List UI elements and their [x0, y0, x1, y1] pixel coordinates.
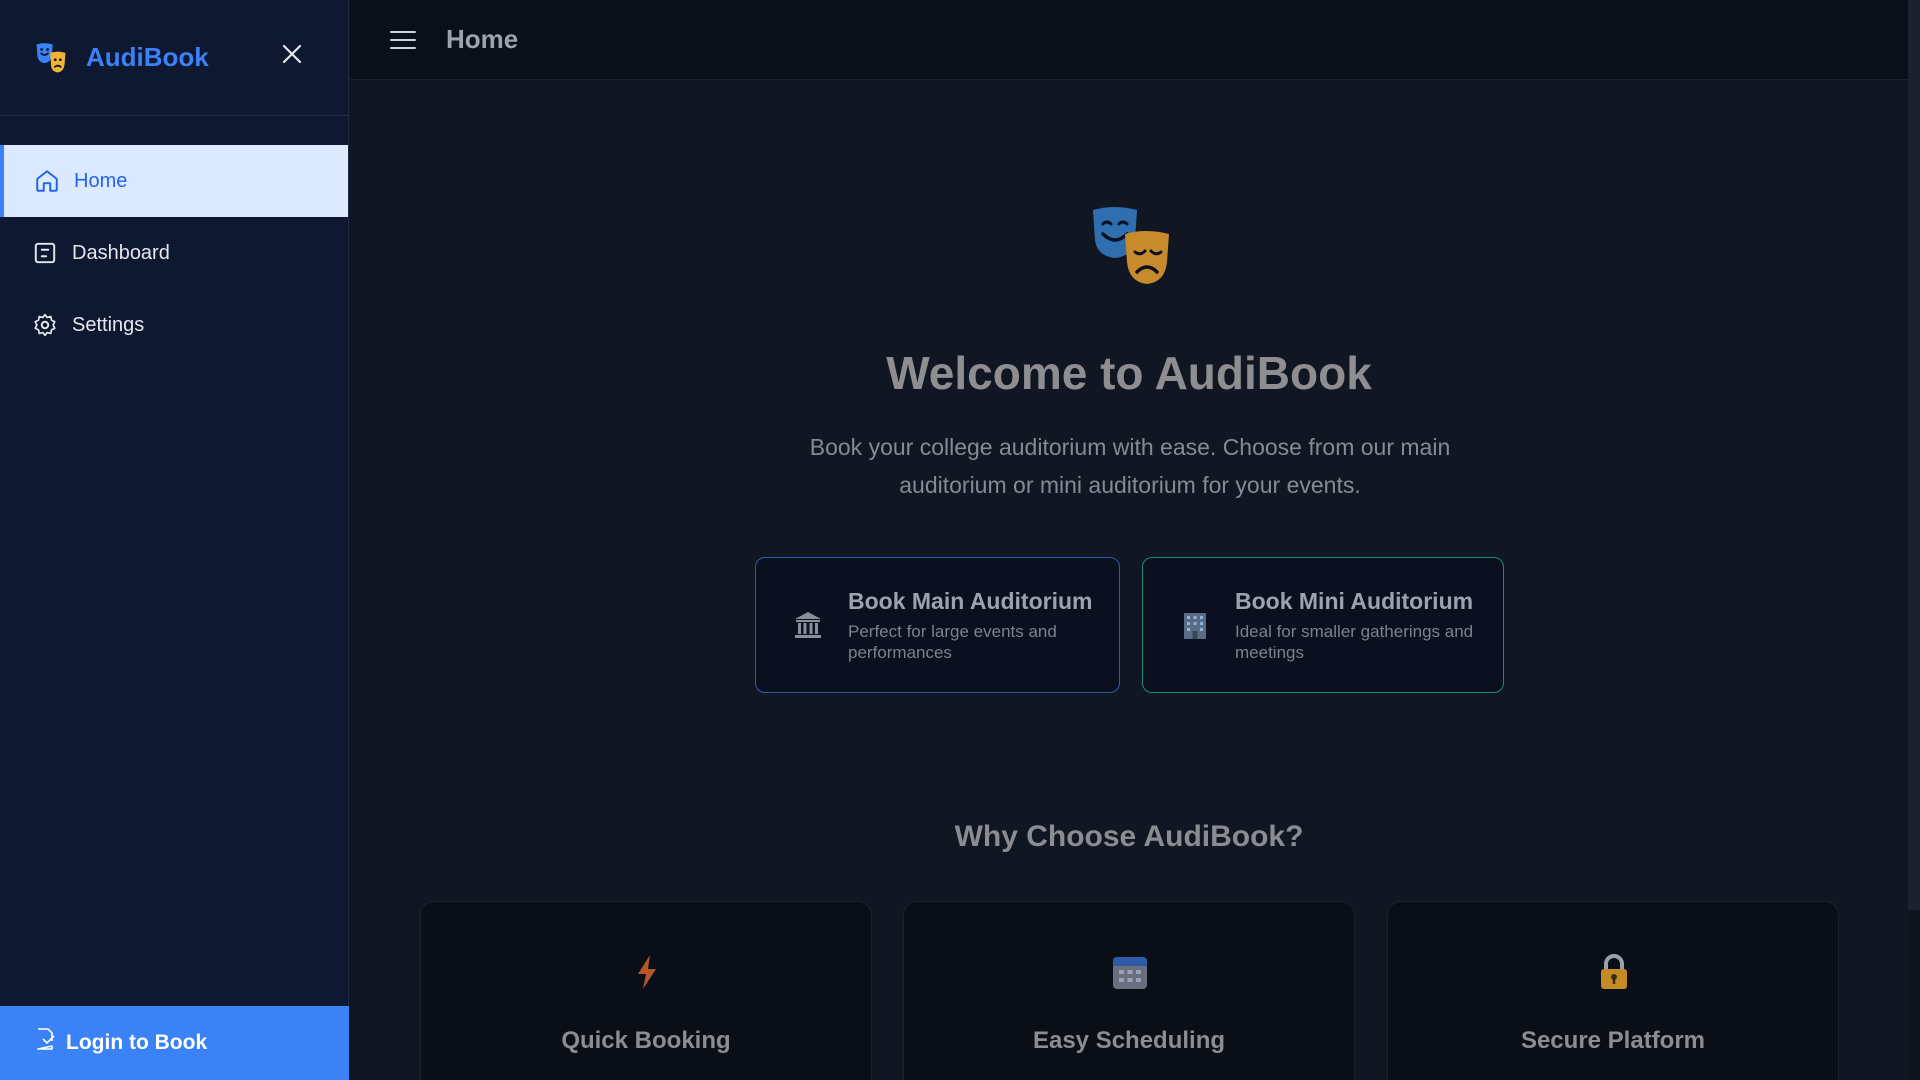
- card-text: Book Mini Auditorium Ideal for smaller g…: [1235, 588, 1503, 663]
- calendar-icon: [1113, 957, 1147, 989]
- sidebar-item-label: Home: [74, 169, 128, 192]
- login-button[interactable]: Login to Book: [0, 1006, 349, 1080]
- theater-masks-icon: [36, 42, 66, 72]
- sidebar-item-home[interactable]: Home: [0, 145, 348, 217]
- gear-icon: [32, 312, 58, 338]
- sidebar-header: AudiBook: [0, 0, 348, 116]
- menu-icon[interactable]: [390, 30, 416, 50]
- card-description: Perfect for large events and performance…: [848, 621, 1057, 662]
- feature-card-quick-booking: Quick Booking: [420, 901, 872, 1080]
- scrollbar-thumb[interactable]: [1908, 0, 1920, 910]
- close-icon[interactable]: [280, 42, 304, 66]
- feature-title: Quick Booking: [561, 1027, 731, 1054]
- main-content: Welcome to AudiBook Book your college au…: [350, 81, 1908, 1080]
- sidebar: AudiBook Home Dashboard Settings Login t…: [0, 0, 349, 1080]
- sidebar-item-label: Dashboard: [72, 241, 170, 264]
- card-title: Book Mini Auditorium: [1235, 587, 1474, 614]
- card-title: Book Main Auditorium: [848, 587, 1093, 614]
- feature-title: Easy Scheduling: [1032, 1027, 1226, 1054]
- scrollbar[interactable]: [1908, 0, 1920, 1080]
- why-choose-heading: Why Choose AudiBook?: [954, 820, 1304, 853]
- feature-card-secure-platform: Secure Platform: [1387, 901, 1839, 1080]
- card-text: Book Main Auditorium Perfect for large e…: [848, 588, 1119, 663]
- classical-building-icon: [795, 612, 821, 638]
- dashboard-icon: [32, 240, 58, 266]
- brand-name: AudiBook: [86, 42, 209, 72]
- lock-icon: [1601, 954, 1627, 989]
- book-main-auditorium-card[interactable]: Book Main Auditorium Perfect for large e…: [755, 557, 1120, 693]
- sidebar-item-label: Settings: [72, 313, 145, 336]
- welcome-heading: Welcome to AudiBook: [886, 347, 1372, 399]
- office-building-icon: [1184, 613, 1206, 639]
- sidebar-item-dashboard[interactable]: Dashboard: [0, 217, 348, 289]
- sidebar-nav: Home Dashboard Settings: [0, 145, 348, 361]
- home-icon: [34, 168, 60, 194]
- lightning-icon: [638, 955, 656, 989]
- page-title: Home: [446, 24, 519, 54]
- login-icon: [37, 1028, 55, 1050]
- feature-title: Secure Platform: [1520, 1027, 1706, 1054]
- login-label: Login to Book: [66, 1031, 208, 1054]
- feature-card-easy-scheduling: Easy Scheduling: [903, 901, 1355, 1080]
- hero-subtitle: Book your college auditorium with ease. …: [809, 434, 1451, 498]
- sidebar-item-settings[interactable]: Settings: [0, 289, 348, 361]
- top-bar: Home: [350, 0, 1908, 80]
- book-mini-auditorium-card[interactable]: Book Mini Auditorium Ideal for smaller g…: [1142, 557, 1504, 693]
- theater-masks-icon: [1093, 207, 1169, 284]
- card-description: Ideal for smaller gatherings and meeting…: [1235, 621, 1474, 662]
